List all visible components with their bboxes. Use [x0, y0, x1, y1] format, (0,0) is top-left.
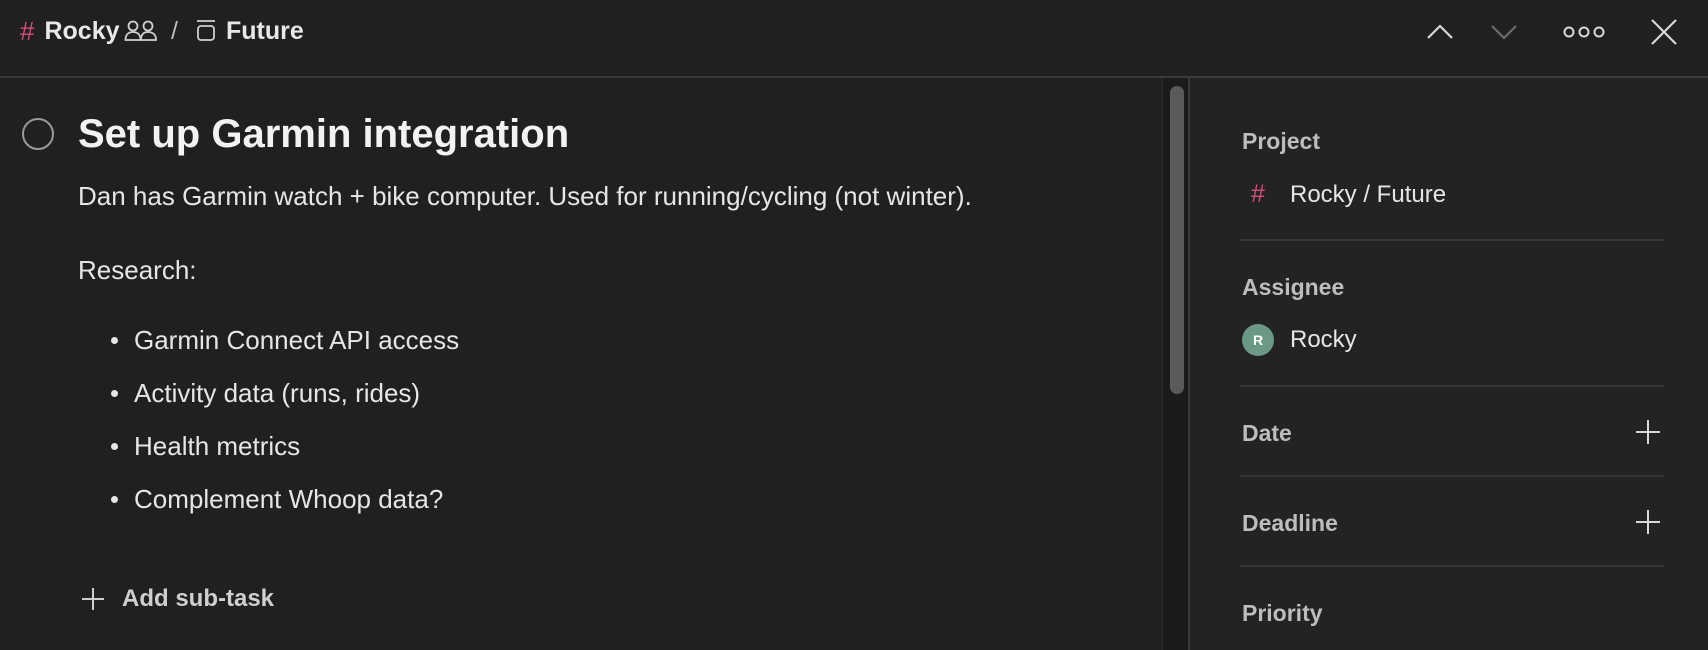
bullet-icon	[111, 496, 118, 503]
deadline-label: Deadline	[1242, 510, 1338, 536]
breadcrumb-separator: /	[171, 16, 178, 45]
list-item-text: Complement Whoop data?	[134, 484, 444, 514]
task-description[interactable]: Dan has Garmin watch + bike computer. Us…	[78, 178, 972, 214]
scrollbar[interactable]	[1162, 78, 1190, 650]
close-icon	[1651, 19, 1677, 45]
divider	[1240, 475, 1664, 477]
close-button[interactable]	[1642, 10, 1686, 54]
research-label: Research:	[78, 255, 197, 285]
more-icon	[1563, 26, 1605, 38]
bullet-icon	[111, 390, 118, 397]
project-hash-icon: #	[1251, 180, 1265, 208]
more-actions-button[interactable]	[1562, 10, 1606, 54]
research-list: Garmin Connect API access Activity data …	[78, 322, 459, 534]
breadcrumb-project[interactable]: # Rocky	[20, 14, 158, 48]
add-subtask-button[interactable]: Add sub-task	[80, 585, 274, 613]
assignee-name: Rocky	[1290, 326, 1357, 353]
add-subtask-label: Add sub-task	[122, 585, 275, 612]
section-icon	[194, 18, 218, 44]
bullet-icon	[111, 337, 118, 344]
project-value: Rocky / Future	[1290, 180, 1447, 208]
list-item-text: Health metrics	[134, 431, 301, 461]
project-label: Project	[1242, 128, 1320, 154]
chevron-down-icon	[1491, 25, 1517, 40]
priority-label: Priority	[1242, 600, 1323, 626]
list-item: Activity data (runs, rides)	[78, 375, 459, 428]
breadcrumb-section-name: Future	[226, 16, 304, 45]
list-item: Garmin Connect API access	[78, 322, 459, 375]
list-item: Complement Whoop data?	[78, 481, 459, 534]
breadcrumb-project-name: Rocky	[44, 16, 120, 45]
breadcrumb-section[interactable]: Future	[194, 14, 304, 48]
assignee-label: Assignee	[1242, 274, 1345, 300]
add-date-plus-icon[interactable]	[1634, 418, 1662, 446]
date-label: Date	[1242, 420, 1292, 446]
add-deadline-plus-icon[interactable]	[1634, 508, 1662, 536]
list-item: Health metrics	[78, 428, 459, 481]
assignee-selector[interactable]: R Rocky	[1242, 324, 1357, 356]
divider	[1240, 565, 1664, 567]
plus-icon	[82, 588, 104, 610]
task-title[interactable]: Set up Garmin integration	[78, 108, 569, 160]
previous-task-button[interactable]	[1418, 10, 1462, 54]
bullet-icon	[111, 443, 118, 450]
scrollbar-thumb[interactable]	[1170, 86, 1184, 394]
divider	[1240, 239, 1664, 241]
list-item-text: Activity data (runs, rides)	[134, 378, 421, 408]
chevron-up-icon	[1427, 24, 1453, 39]
project-selector[interactable]: # Rocky / Future	[1242, 180, 1446, 209]
shared-people-icon	[124, 19, 158, 43]
task-properties-sidebar: Project # Rocky / Future Assignee R Rock…	[1190, 78, 1708, 650]
task-complete-checkbox[interactable]	[22, 118, 54, 150]
divider	[1240, 385, 1664, 387]
list-item-text: Garmin Connect API access	[134, 325, 460, 355]
project-hash-icon: #	[20, 15, 35, 46]
avatar: R	[1242, 324, 1274, 356]
next-task-button[interactable]	[1482, 10, 1526, 54]
top-bar: # Rocky / Future	[0, 0, 1708, 78]
